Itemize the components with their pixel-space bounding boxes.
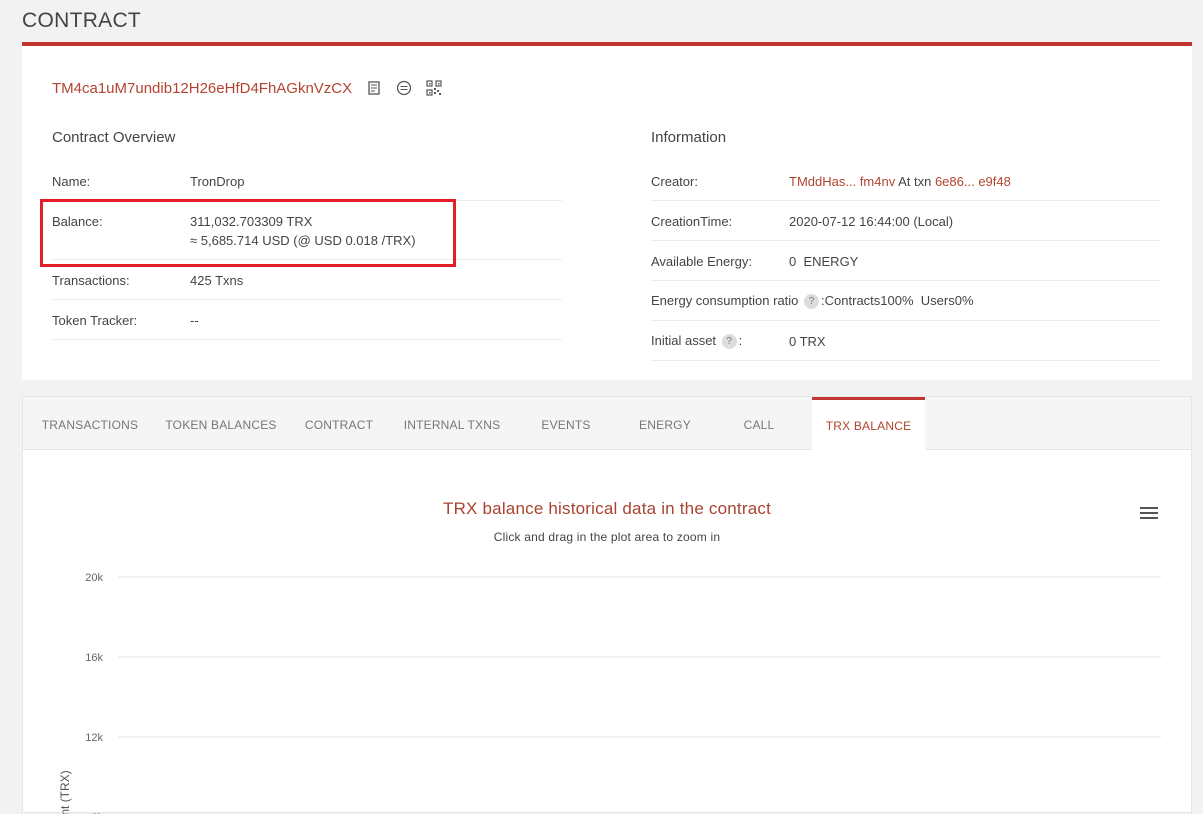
energy-value: 0 ENERGY	[789, 254, 859, 269]
creator-value: TMddHas... fm4nv At txn 6e86... e9f48	[789, 174, 1011, 189]
creation-time-label: CreationTime:	[651, 214, 733, 229]
energy-ratio-row: Energy consumption ratio ?:Contracts100%…	[651, 280, 1160, 321]
initial-asset-value: 0 TRX	[789, 334, 826, 349]
creator-txn-link[interactable]: 6e86... e9f48	[935, 174, 1011, 189]
tab-trx-balance[interactable]: TRX BALANCE	[812, 397, 925, 450]
creator-at-txn: At txn	[895, 174, 935, 189]
tabs-panel: TRANSACTIONS TOKEN BALANCES CONTRACT INT…	[22, 396, 1192, 814]
tab-energy[interactable]: ENERGY	[621, 397, 709, 449]
creator-address-link[interactable]: TMddHas... fm4nv	[789, 174, 895, 189]
chart-plot[interactable]: 20k16k12k8kAmount (TRX)	[23, 547, 1191, 814]
copy-icon[interactable]	[366, 80, 382, 96]
help-icon[interactable]: ?	[804, 294, 820, 310]
tab-internal-txns[interactable]: INTERNAL TXNS	[393, 397, 511, 449]
chart-title: TRX balance historical data in the contr…	[443, 499, 771, 518]
tab-bar: TRANSACTIONS TOKEN BALANCES CONTRACT INT…	[23, 397, 1191, 450]
chart-subtitle: Click and drag in the plot area to zoom …	[493, 530, 721, 544]
energy-label: Available Energy:	[651, 254, 752, 269]
balance-highlight-box	[40, 199, 456, 267]
tab-token-balances[interactable]: TOKEN BALANCES	[157, 397, 285, 449]
contract-tag-icon[interactable]	[396, 80, 412, 96]
y-tick-label: 12k	[85, 732, 103, 744]
initial-asset: Initial asset ?:	[651, 333, 743, 350]
y-tick-label: 16k	[85, 652, 103, 664]
tab-contract[interactable]: CONTRACT	[285, 397, 393, 449]
contract-address[interactable]: TM4ca1uM7undib12H26eHfD4FhAGknVzCX	[52, 80, 352, 97]
energy-ratio-label: Energy consumption ratio	[651, 293, 799, 308]
energy-row: Available Energy: 0 ENERGY	[651, 240, 1160, 281]
creator-label: Creator:	[651, 174, 698, 189]
initial-asset-row: Initial asset ?: 0 TRX	[651, 320, 1160, 361]
information-heading: Information	[651, 129, 727, 146]
name-label: Name:	[52, 174, 91, 189]
creation-time-row: CreationTime: 2020-07-12 16:44:00 (Local…	[651, 200, 1160, 241]
token-tracker-value: --	[190, 313, 199, 328]
name-row: Name: TronDrop	[52, 160, 562, 201]
energy-ratio-value: :Contracts100% Users0%	[821, 293, 974, 308]
chart-menu-icon[interactable]	[1140, 507, 1158, 521]
energy-ratio: Energy consumption ratio ?:Contracts100%…	[651, 293, 974, 310]
transactions-label: Transactions:	[52, 273, 130, 288]
name-value: TronDrop	[190, 174, 245, 189]
transactions-value: 425 Txns	[190, 273, 244, 288]
qr-code-icon[interactable]	[426, 80, 442, 96]
y-tick-label: 20k	[85, 572, 103, 584]
token-tracker-row: Token Tracker: --	[52, 299, 562, 340]
tab-transactions[interactable]: TRANSACTIONS	[23, 397, 157, 449]
token-tracker-label: Token Tracker:	[52, 313, 138, 328]
creator-row: Creator: TMddHas... fm4nv At txn 6e86...…	[651, 160, 1160, 201]
overview-heading: Contract Overview	[52, 129, 176, 146]
address-row: TM4ca1uM7undib12H26eHfD4FhAGknVzCX	[52, 78, 442, 98]
creation-time-value: 2020-07-12 16:44:00 (Local)	[789, 214, 954, 229]
page-title: CONTRACT	[22, 9, 142, 32]
tab-events[interactable]: EVENTS	[511, 397, 621, 449]
help-icon[interactable]: ?	[721, 334, 737, 350]
initial-asset-label: Initial asset	[651, 333, 717, 348]
y-axis-label: Amount (TRX)	[58, 770, 72, 814]
tab-call[interactable]: CALL	[709, 397, 809, 449]
